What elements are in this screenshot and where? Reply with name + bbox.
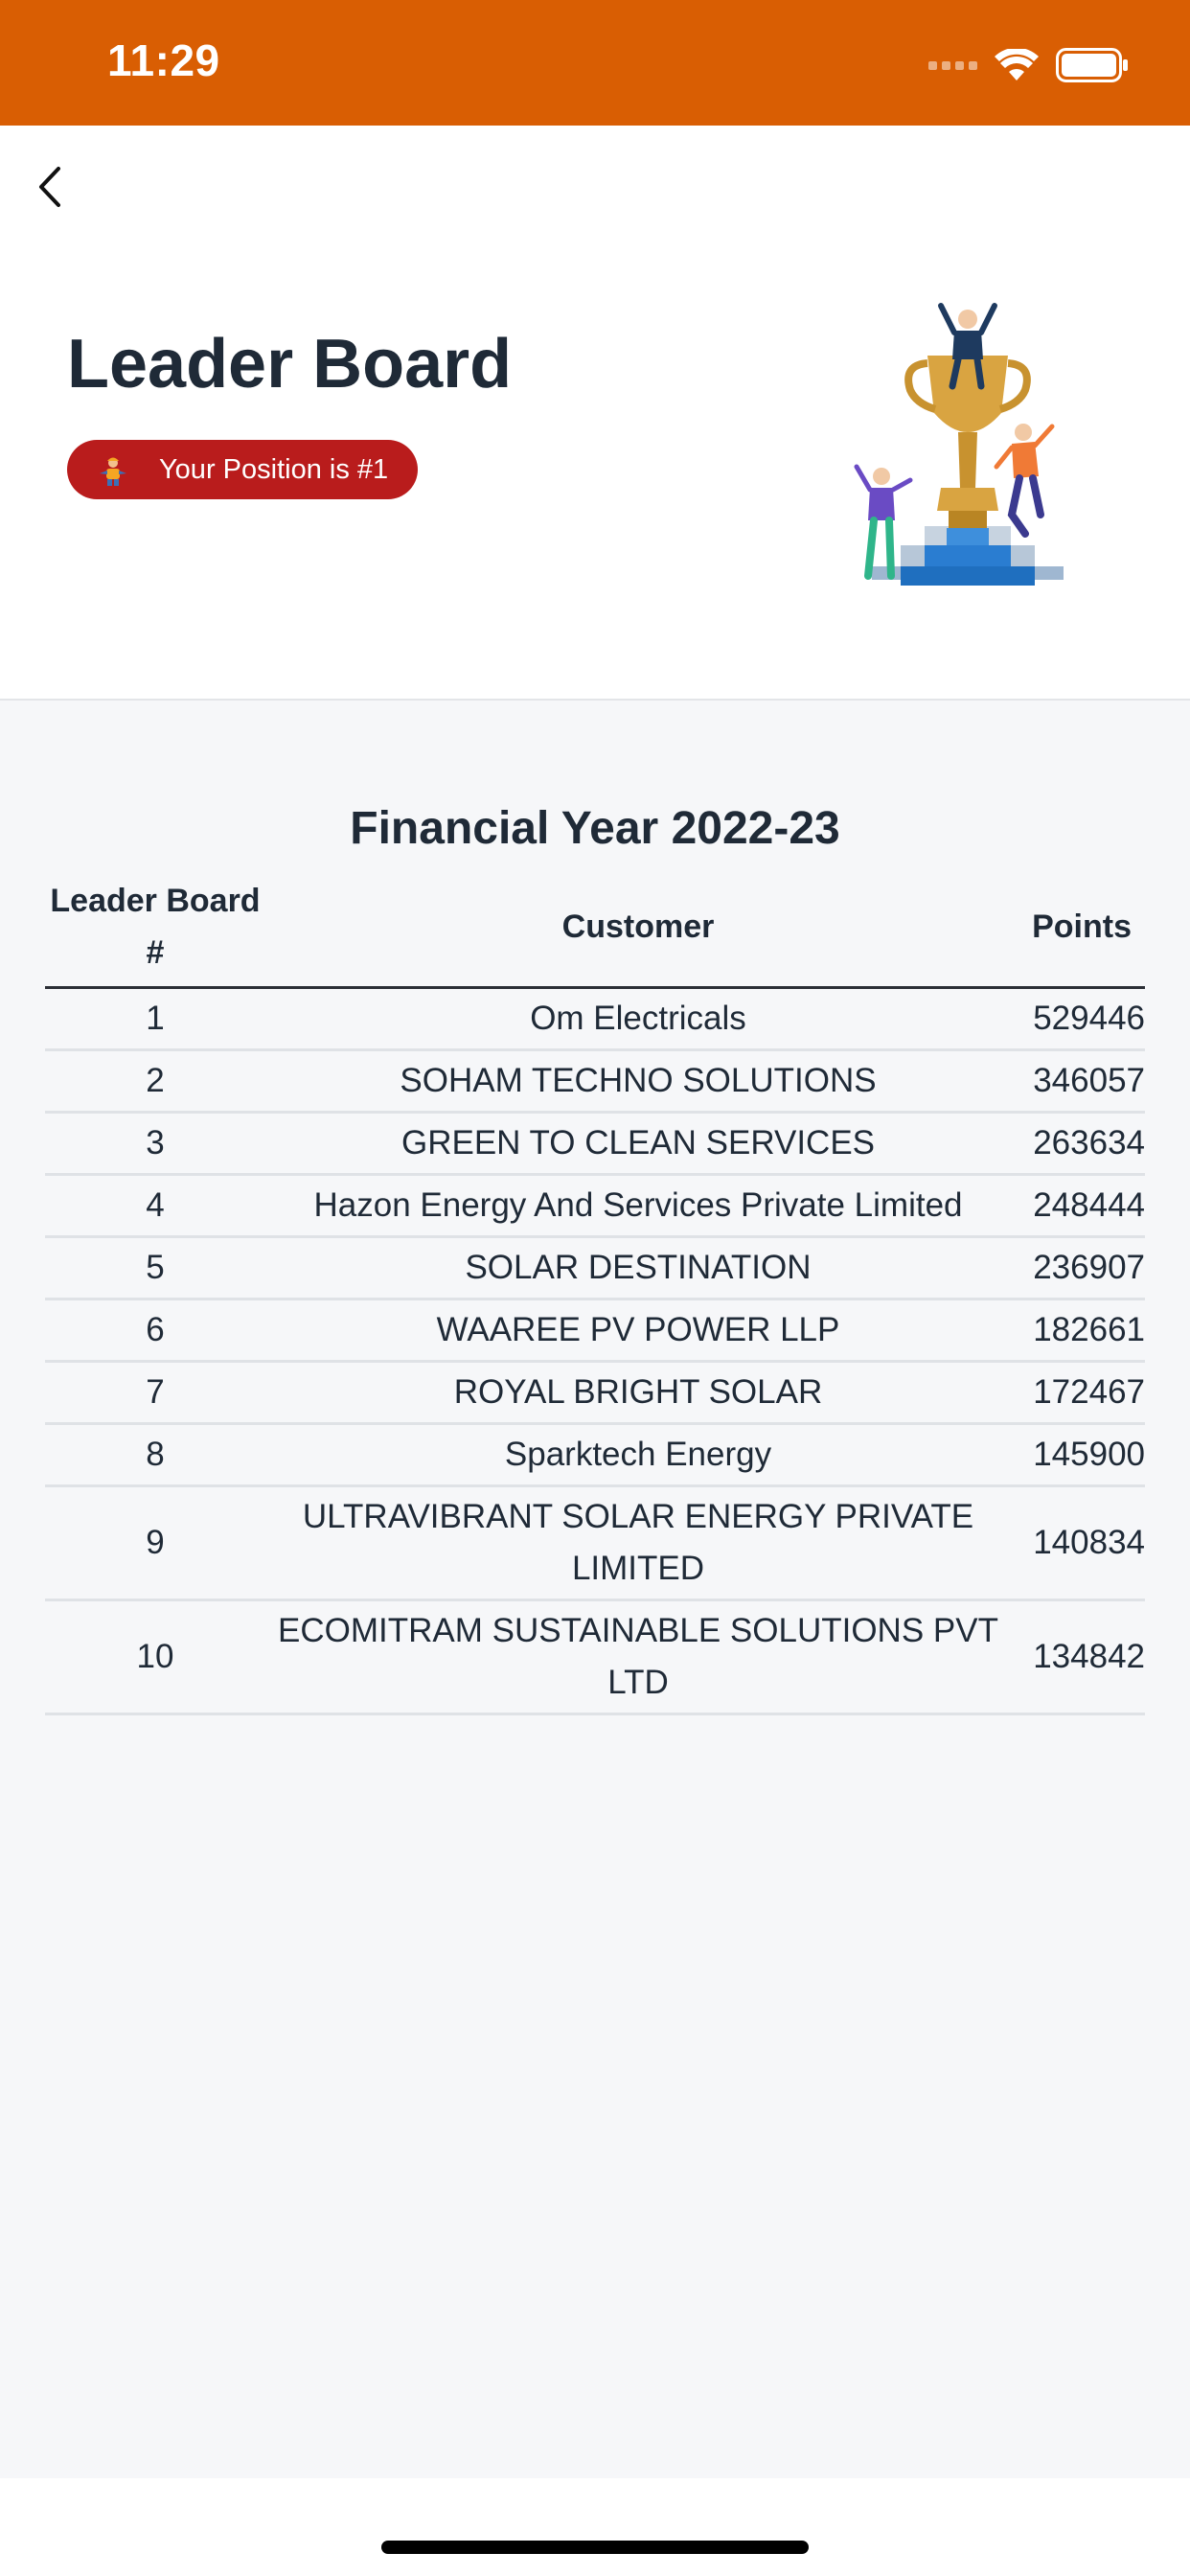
trophy-podium-illustration <box>854 303 1064 586</box>
table-row: 7 ROYAL BRIGHT SOLAR 172467 <box>45 1361 1145 1425</box>
home-indicator[interactable] <box>381 2541 809 2554</box>
rank-cell: 2 <box>45 1049 265 1114</box>
customer-cell: Hazon Energy And Services Private Limite… <box>265 1174 1011 1238</box>
table-row: 8 Sparktech Energy 145900 <box>45 1423 1145 1487</box>
rank-cell: 8 <box>45 1423 265 1487</box>
leaderboard-table: Leader Board # Customer Points 1 Om Elec… <box>45 871 1145 1715</box>
customer-cell: Sparktech Energy <box>265 1423 1011 1487</box>
table-row: 9 ULTRAVIBRANT SOLAR ENERGY PRIVATE LIMI… <box>45 1485 1145 1601</box>
bottom-safe-area <box>0 2478 1190 2576</box>
chevron-left-icon <box>39 167 60 207</box>
rank-header-line2: # <box>146 934 165 971</box>
points-cell: 140834 <box>1011 1485 1145 1601</box>
customer-cell: ECOMITRAM SUSTAINABLE SOLUTIONS PVT LTD <box>265 1599 1011 1715</box>
table-row: 6 WAAREE PV POWER LLP 182661 <box>45 1299 1145 1363</box>
rank-cell: 3 <box>45 1112 265 1176</box>
rank-cell: 7 <box>45 1361 265 1425</box>
table-row: 1 Om Electricals 529446 <box>45 987 1145 1051</box>
points-cell: 182661 <box>1011 1299 1145 1363</box>
status-bar: 11:29 <box>0 0 1190 126</box>
points-cell: 263634 <box>1011 1112 1145 1176</box>
customer-cell: ROYAL BRIGHT SOLAR <box>265 1361 1011 1425</box>
customer-cell: ULTRAVIBRANT SOLAR ENERGY PRIVATE LIMITE… <box>265 1485 1011 1601</box>
table-row: 10 ECOMITRAM SUSTAINABLE SOLUTIONS PVT L… <box>45 1599 1145 1715</box>
wifi-icon <box>995 49 1039 80</box>
points-cell: 529446 <box>1011 987 1145 1051</box>
customer-cell: WAAREE PV POWER LLP <box>265 1299 1011 1363</box>
points-cell: 346057 <box>1011 1049 1145 1114</box>
customer-cell: SOLAR DESTINATION <box>265 1236 1011 1300</box>
points-column-header: Points <box>1011 871 1145 989</box>
table-header-row: Leader Board # Customer Points <box>45 871 1145 989</box>
rank-cell: 6 <box>45 1299 265 1363</box>
financial-year-title: Financial Year 2022-23 <box>350 803 840 854</box>
battery-icon <box>1056 48 1128 82</box>
customer-column-header: Customer <box>265 871 1011 989</box>
rank-cell: 9 <box>45 1485 265 1601</box>
header: Leader Board Your Position is #1 <box>0 126 1190 701</box>
rank-column-header: Leader Board # <box>45 871 265 989</box>
position-badge: Your Position is #1 <box>67 440 418 499</box>
status-time: 11:29 <box>107 35 220 85</box>
worker-icon <box>100 457 126 486</box>
rank-header-line1: Leader Board <box>50 883 261 919</box>
leaderboard-section: Financial Year 2022-23 Leader Board # Cu… <box>0 701 1190 2478</box>
table-row: 2 SOHAM TECHNO SOLUTIONS 346057 <box>45 1049 1145 1114</box>
status-icons <box>928 46 1129 84</box>
back-button[interactable] <box>23 160 77 214</box>
points-cell: 172467 <box>1011 1361 1145 1425</box>
table-row: 3 GREEN TO CLEAN SERVICES 263634 <box>45 1112 1145 1176</box>
points-cell: 145900 <box>1011 1423 1145 1487</box>
table-row: 4 Hazon Energy And Services Private Limi… <box>45 1174 1145 1238</box>
page-title: Leader Board <box>67 326 513 402</box>
signal-icon <box>928 60 977 70</box>
rank-cell: 10 <box>45 1599 265 1715</box>
rank-cell: 4 <box>45 1174 265 1238</box>
table-row: 5 SOLAR DESTINATION 236907 <box>45 1236 1145 1300</box>
rank-cell: 1 <box>45 987 265 1051</box>
points-cell: 134842 <box>1011 1599 1145 1715</box>
points-cell: 248444 <box>1011 1174 1145 1238</box>
rank-cell: 5 <box>45 1236 265 1300</box>
customer-cell: SOHAM TECHNO SOLUTIONS <box>265 1049 1011 1114</box>
points-cell: 236907 <box>1011 1236 1145 1300</box>
customer-cell: Om Electricals <box>265 987 1011 1051</box>
customer-cell: GREEN TO CLEAN SERVICES <box>265 1112 1011 1176</box>
position-badge-text: Your Position is #1 <box>159 453 389 485</box>
